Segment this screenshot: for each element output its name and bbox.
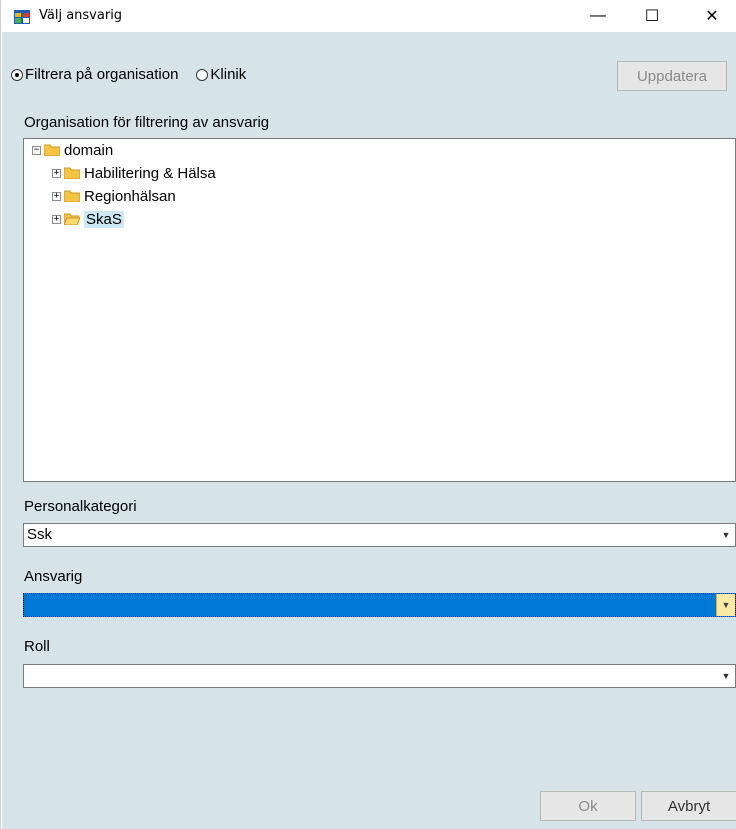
tree-node-child[interactable]: + Regionhälsan — [52, 186, 176, 206]
personalkategori-combobox[interactable]: Ssk ▼ — [23, 523, 736, 547]
dropdown-arrow-icon[interactable]: ▼ — [716, 594, 735, 616]
radio-clinic[interactable] — [196, 68, 209, 81]
maximize-button[interactable]: ☐ — [629, 0, 675, 32]
tree-node-child-selected[interactable]: + SkaS — [52, 209, 124, 229]
tree-node-root[interactable]: − domain — [32, 140, 113, 160]
tree-node-child[interactable]: + Habilitering & Hälsa — [52, 163, 216, 183]
folder-icon — [64, 190, 80, 202]
dropdown-arrow-icon[interactable]: ▼ — [717, 524, 735, 546]
window-app-icon — [14, 10, 30, 24]
tree-node-label-selected: SkaS — [84, 210, 124, 228]
radio-org[interactable] — [11, 68, 23, 81]
title-bar[interactable]: Välj ansvarig — ☐ ✕ — [1, 0, 736, 32]
minus-box-icon[interactable]: − — [32, 145, 41, 155]
roll-combobox[interactable]: ▼ — [23, 664, 736, 688]
ok-button[interactable]: Ok — [540, 791, 636, 821]
roll-label: Roll — [24, 638, 50, 655]
plus-box-icon[interactable]: + — [52, 191, 61, 201]
filter-radio-group: Filtrera på organisation Klinik — [11, 66, 246, 83]
radio-clinic-label[interactable]: Klinik — [210, 66, 246, 83]
dialog-window: Välj ansvarig — ☐ ✕ Filtrera på organisa… — [0, 0, 736, 829]
personalkategori-value: Ssk — [27, 526, 53, 543]
dialog-body: Filtrera på organisation Klinik Uppdater… — [2, 32, 736, 829]
ansvarig-combobox[interactable]: ▼ — [23, 593, 736, 617]
radio-selected-dot — [15, 72, 19, 77]
tree-node-label: domain — [64, 141, 114, 159]
update-button[interactable]: Uppdatera — [617, 61, 727, 91]
minimize-button[interactable]: — — [575, 0, 621, 32]
cancel-button[interactable]: Avbryt — [641, 791, 736, 821]
radio-org-label[interactable]: Filtrera på organisation — [25, 66, 178, 83]
org-filter-label: Organisation för filtrering av ansvarig — [24, 114, 270, 131]
tree-node-label: Regionhälsan — [84, 187, 176, 205]
folder-icon — [44, 144, 60, 156]
ansvarig-label: Ansvarig — [24, 568, 83, 585]
organisation-tree[interactable]: − domain + Habilitering & Hälsa + Region… — [23, 138, 736, 482]
folder-open-icon — [64, 213, 80, 225]
plus-box-icon[interactable]: + — [52, 214, 61, 224]
plus-box-icon[interactable]: + — [52, 168, 61, 178]
tree-node-label: Habilitering & Hälsa — [84, 164, 216, 182]
dropdown-arrow-icon[interactable]: ▼ — [717, 665, 735, 687]
close-button[interactable]: ✕ — [689, 0, 735, 32]
window-title: Välj ansvarig — [39, 8, 123, 23]
folder-icon — [64, 167, 80, 179]
personalkategori-label: Personalkategori — [24, 498, 137, 515]
